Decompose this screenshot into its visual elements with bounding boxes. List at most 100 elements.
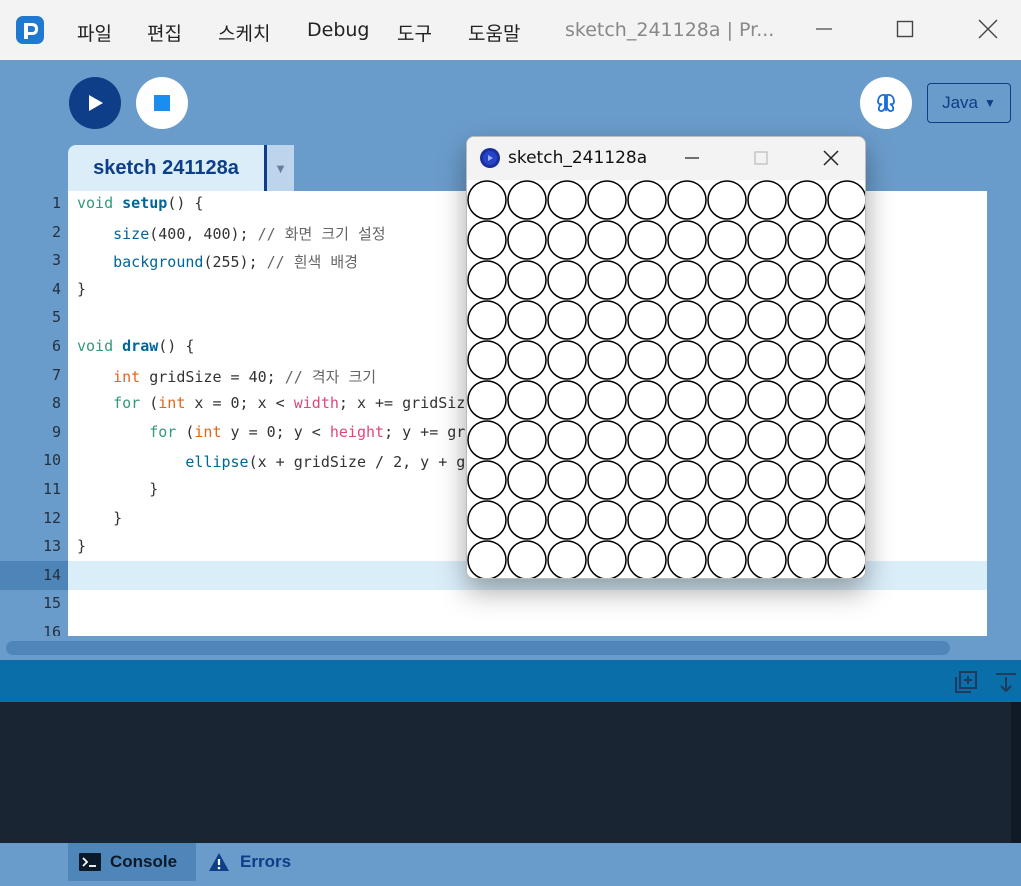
tab-console[interactable]: Console (68, 843, 196, 881)
close-icon (978, 19, 998, 39)
grid-ellipse (627, 540, 667, 578)
sketch-minimize-button[interactable] (680, 146, 704, 170)
sketch-maximize-button[interactable] (749, 146, 773, 170)
console-scrollbar[interactable] (1011, 702, 1021, 843)
code-token: } (77, 537, 87, 556)
line-number: 6 (51, 337, 61, 355)
grid-ellipse (667, 260, 707, 300)
code-token: background (113, 253, 204, 272)
clear-console-button[interactable] (994, 671, 1018, 693)
grid-ellipse (507, 540, 547, 578)
code-token: // 격자 크기 (284, 367, 377, 386)
mode-selector[interactable]: Java ▼ (927, 83, 1011, 123)
grid-ellipse (587, 220, 627, 260)
code-token: x = 0; x < (185, 394, 294, 413)
tab-menu-button[interactable]: ▼ (267, 145, 294, 191)
minimize-icon (685, 157, 699, 159)
code-line: for (int x = 0; x < width; x += gridSize… (77, 394, 501, 412)
grid-ellipse (547, 340, 587, 380)
menu-help[interactable]: 도움말 (468, 19, 520, 46)
grid-ellipse (547, 180, 587, 220)
grid-ellipse (547, 260, 587, 300)
grid-ellipse (747, 260, 787, 300)
grid-ellipse (467, 180, 507, 220)
code-token: y = 0; y < (221, 422, 330, 441)
copy-console-button[interactable] (955, 671, 977, 693)
minimize-icon (816, 28, 832, 30)
code-token: ellipse (185, 453, 249, 472)
menu-edit[interactable]: 편집 (147, 19, 182, 46)
grid-ellipse (587, 180, 627, 220)
title-bar: 파일 편집 스케치 Debug 도구 도움말 sketch_241128a | … (0, 0, 1021, 60)
code-token: ( (176, 422, 195, 441)
code-token: int (194, 422, 222, 441)
grid-ellipse (707, 380, 747, 420)
maximize-button[interactable] (890, 14, 920, 44)
grid-ellipse (627, 420, 667, 460)
grid-ellipse (627, 460, 667, 500)
grid-ellipse (787, 380, 827, 420)
horizontal-scrollbar-thumb[interactable] (6, 641, 950, 655)
grid-ellipse (667, 300, 707, 340)
code-token: () { (167, 194, 204, 212)
code-line: background(255); // 흰색 배경 (77, 251, 358, 272)
code-token: (255); (203, 253, 267, 272)
line-number: 8 (51, 394, 61, 413)
warning-icon (209, 853, 229, 871)
grid-ellipse (507, 500, 547, 540)
grid-ellipse (787, 300, 827, 340)
grid-ellipse (747, 500, 787, 540)
grid-ellipse (707, 260, 747, 300)
grid-ellipse (507, 180, 547, 220)
grid-ellipse (627, 340, 667, 380)
minimize-button[interactable] (809, 14, 839, 44)
grid-ellipse (787, 420, 827, 460)
console-output[interactable] (0, 702, 1021, 843)
grid-ellipse (707, 420, 747, 460)
grid-ellipse (547, 300, 587, 340)
grid-ellipse (707, 460, 747, 500)
code-token: int (158, 394, 186, 413)
tab-errors[interactable]: Errors (208, 843, 291, 881)
sketch-output-window[interactable]: sketch_241128a (466, 136, 866, 579)
line-number: 12 (42, 508, 61, 527)
stop-button[interactable] (136, 77, 188, 129)
line-number: 11 (42, 480, 61, 498)
menu-tools[interactable]: 도구 (397, 19, 432, 46)
debugger-button[interactable] (860, 77, 912, 129)
tab-sketch[interactable]: sketch 241128a (68, 145, 264, 191)
window-title: sketch_241128a | Pr... (565, 19, 775, 41)
menu-file[interactable]: 파일 (77, 19, 112, 46)
grid-ellipse (707, 220, 747, 260)
sketch-canvas[interactable] (467, 180, 866, 579)
line-number: 9 (51, 422, 61, 441)
console-header (0, 660, 1021, 702)
tab-label: sketch 241128a (93, 156, 239, 179)
grid-ellipse (467, 380, 507, 420)
run-button[interactable] (69, 77, 121, 129)
grid-ellipse (707, 540, 747, 578)
grid-ellipse (507, 340, 547, 380)
grid-ellipse (707, 300, 747, 340)
grid-ellipse (827, 500, 865, 540)
grid-ellipse (747, 460, 787, 500)
tab-errors-label: Errors (240, 852, 292, 871)
grid-ellipse (787, 500, 827, 540)
grid-ellipse (667, 380, 707, 420)
grid-ellipse (547, 380, 587, 420)
sketch-close-button[interactable] (819, 146, 843, 170)
sketch-title-bar[interactable]: sketch_241128a (467, 137, 865, 180)
menu-debug[interactable]: Debug (307, 19, 369, 41)
grid-ellipse (827, 300, 865, 340)
close-button[interactable] (973, 14, 1003, 44)
menu-sketch[interactable]: 스케치 (218, 19, 270, 46)
grid-ellipse (467, 300, 507, 340)
maximize-icon (896, 20, 914, 38)
grid-ellipse (627, 220, 667, 260)
